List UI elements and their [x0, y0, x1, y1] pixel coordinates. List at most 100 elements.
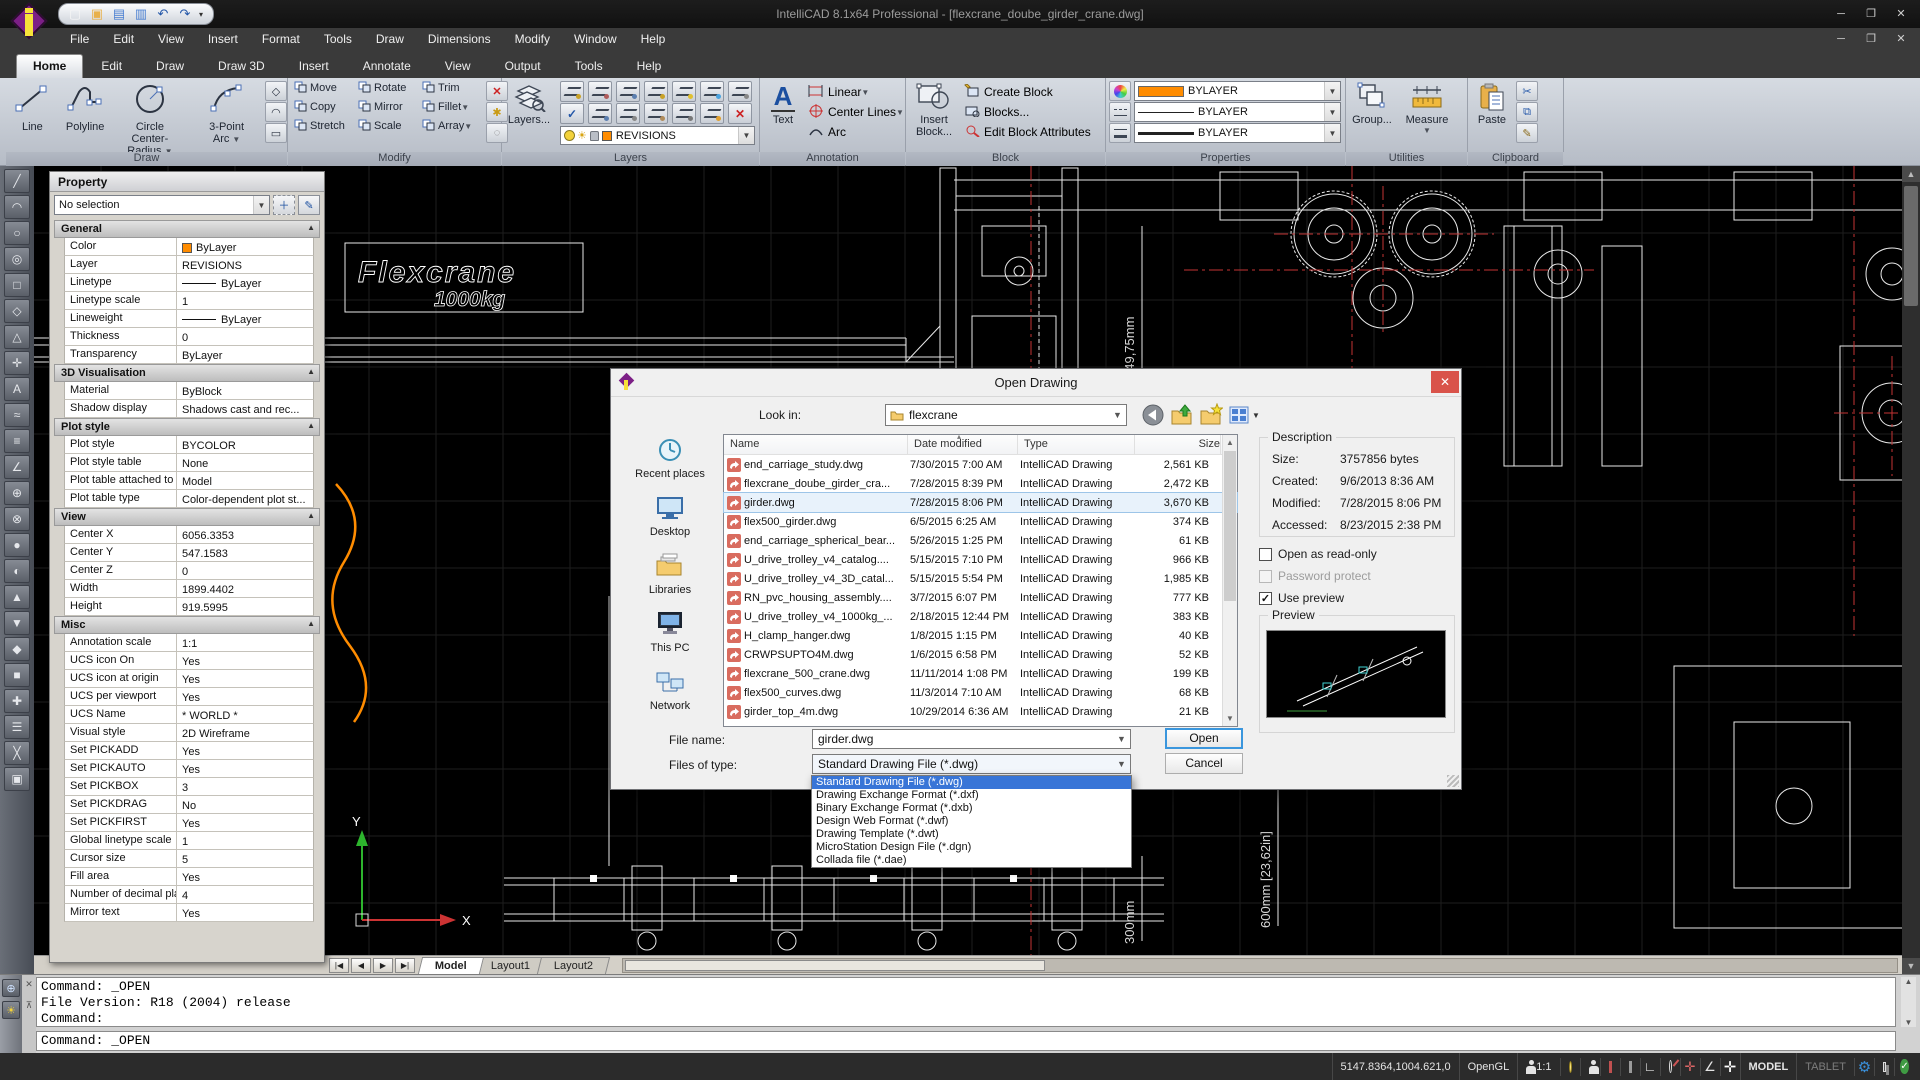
- layer-tool-icon[interactable]: ✕: [728, 103, 752, 124]
- lineweight-combobox[interactable]: BYLAYER▼: [1134, 123, 1341, 143]
- quick-select-button[interactable]: ✎: [298, 195, 320, 215]
- linetype-icon[interactable]: [1109, 102, 1131, 122]
- move-button[interactable]: Move: [294, 81, 358, 96]
- tab-edit[interactable]: Edit: [85, 55, 138, 78]
- tool-icon-17[interactable]: ▼: [4, 611, 30, 635]
- tool-icon-10[interactable]: ≡: [4, 429, 30, 453]
- edit-block-attributes-button[interactable]: Edit Block Attributes: [964, 123, 1105, 141]
- property-value[interactable]: 1: [177, 292, 313, 309]
- app-logo-icon[interactable]: [8, 2, 52, 46]
- scrollbar-thumb[interactable]: [1904, 186, 1918, 306]
- restore-button[interactable]: ❐: [1856, 3, 1886, 25]
- checkbox-use-preview[interactable]: ✓Use preview: [1259, 591, 1344, 605]
- property-value[interactable]: Color-dependent plot st...: [177, 490, 313, 507]
- circle-button[interactable]: CircleCenter-Radius ▼: [113, 80, 188, 160]
- snap-grid-icon[interactable]: [1600, 1058, 1620, 1076]
- tab-annotate[interactable]: Annotate: [347, 55, 427, 78]
- lamp-icon[interactable]: [1560, 1058, 1580, 1076]
- settings-gear-icon[interactable]: ⚙: [1854, 1058, 1874, 1076]
- close-icon[interactable]: ✕: [22, 975, 36, 990]
- layer-tool-icon[interactable]: [644, 103, 668, 124]
- measure-button[interactable]: Measure▼: [1399, 80, 1455, 137]
- layer-tool-icon[interactable]: [588, 103, 612, 124]
- menu-help[interactable]: Help: [629, 28, 678, 50]
- section-header-misc[interactable]: Misc▲: [54, 616, 320, 634]
- column-header-type[interactable]: Type: [1018, 435, 1135, 454]
- menu-draw[interactable]: Draw: [364, 28, 416, 50]
- property-value[interactable]: * WORLD *: [177, 706, 313, 723]
- undo-icon[interactable]: ↶: [155, 6, 171, 22]
- type-option[interactable]: Binary Exchange Format (*.dxb): [812, 802, 1131, 815]
- view-menu-icon[interactable]: ▼: [1228, 403, 1262, 427]
- select-entities-button[interactable]: ＋: [273, 195, 295, 215]
- match-properties-icon[interactable]: ✎: [1516, 123, 1538, 143]
- tab-view[interactable]: View: [429, 55, 487, 78]
- file-row[interactable]: U_drive_trolley_v4_catalog....5/15/2015 …: [724, 550, 1237, 569]
- doc-minimize-button[interactable]: ─: [1826, 28, 1856, 50]
- menu-tools[interactable]: Tools: [312, 28, 364, 50]
- file-row[interactable]: RN_pvc_housing_assembly....3/7/2015 6:07…: [724, 588, 1237, 607]
- property-value[interactable]: Yes: [177, 688, 313, 705]
- command-input[interactable]: Command: _OPEN: [36, 1031, 1896, 1051]
- lamp-icon[interactable]: ☀: [2, 1001, 20, 1019]
- scroll-up-icon[interactable]: ▲: [1902, 166, 1920, 182]
- tab-help[interactable]: Help: [621, 55, 678, 78]
- canvas-horizontal-scrollbar[interactable]: [622, 958, 1898, 973]
- place-this-pc[interactable]: This PC: [623, 609, 717, 667]
- property-value[interactable]: ByLayer: [177, 238, 313, 255]
- property-value[interactable]: Yes: [177, 868, 313, 885]
- column-header-date-modified[interactable]: Date modified▴: [908, 435, 1018, 454]
- layer-tool-icon[interactable]: [672, 81, 696, 102]
- tool-icon-3[interactable]: ◎: [4, 247, 30, 271]
- property-value[interactable]: ByBlock: [177, 382, 313, 399]
- entity-snap-icon[interactable]: ✛: [1680, 1058, 1700, 1076]
- center-lines-button[interactable]: Center Lines ▼: [808, 103, 905, 121]
- cut-icon[interactable]: ✂: [1516, 81, 1538, 101]
- layer-tool-icon[interactable]: [588, 81, 612, 102]
- status-ok-icon[interactable]: ✓: [1894, 1058, 1914, 1076]
- layer-tool-icon[interactable]: ✓: [560, 103, 584, 124]
- tab-tools[interactable]: Tools: [559, 55, 619, 78]
- menu-insert[interactable]: Insert: [196, 28, 250, 50]
- file-list-scrollbar[interactable]: ▲ ▼: [1222, 435, 1237, 726]
- type-option[interactable]: Drawing Exchange Format (*.dxf): [812, 789, 1131, 802]
- tool-icon-19[interactable]: ■: [4, 663, 30, 687]
- doc-restore-button[interactable]: ❐: [1856, 28, 1886, 50]
- tool-icon-8[interactable]: A: [4, 377, 30, 401]
- type-option[interactable]: MicroStation Design File (*.dgn): [812, 841, 1131, 854]
- up-folder-icon[interactable]: [1170, 403, 1194, 427]
- file-row[interactable]: flex500_girder.dwg6/5/2015 6:25 AMIntell…: [724, 512, 1237, 531]
- dialog-close-icon[interactable]: ✕: [1431, 371, 1459, 393]
- type-option[interactable]: Standard Drawing File (*.dwg): [812, 776, 1131, 789]
- property-value[interactable]: 547.1583: [177, 544, 313, 561]
- layout-tab-model[interactable]: Model: [418, 957, 484, 974]
- menu-view[interactable]: View: [146, 28, 196, 50]
- menu-format[interactable]: Format: [250, 28, 312, 50]
- menu-dimensions[interactable]: Dimensions: [416, 28, 503, 50]
- tool-icon-21[interactable]: ☰: [4, 715, 30, 739]
- property-value[interactable]: Model: [177, 472, 313, 489]
- column-header-name[interactable]: Name: [724, 435, 908, 454]
- file-row[interactable]: U_drive_trolley_v4_1000kg_...2/18/2015 1…: [724, 607, 1237, 626]
- quickbar-customize-icon[interactable]: ▾: [199, 10, 203, 19]
- 3-point-button[interactable]: 3-PointArc ▼: [189, 80, 264, 148]
- command-scrollbar[interactable]: ▲▼: [1901, 977, 1916, 1027]
- tool-icon-4[interactable]: □: [4, 273, 30, 297]
- tool-icon-1[interactable]: ◠: [4, 195, 30, 219]
- layer-tool-icon[interactable]: [616, 81, 640, 102]
- property-value[interactable]: None: [177, 454, 313, 471]
- selection-combobox[interactable]: No selection ▼: [54, 195, 270, 215]
- model-space-toggle[interactable]: MODEL: [1740, 1053, 1797, 1080]
- property-value[interactable]: ByLayer: [177, 310, 313, 327]
- cancel-button[interactable]: Cancel: [1165, 753, 1243, 774]
- save-as-icon[interactable]: ▥: [133, 6, 149, 22]
- rotate-button[interactable]: Rotate: [358, 81, 422, 96]
- layer-tool-icon[interactable]: [560, 81, 584, 102]
- scrollbar-thumb[interactable]: [1224, 451, 1236, 601]
- tab-output[interactable]: Output: [489, 55, 557, 78]
- minimize-button[interactable]: ─: [1826, 3, 1856, 25]
- property-value[interactable]: Shadows cast and rec...: [177, 400, 313, 417]
- scale-button[interactable]: Scale: [358, 119, 422, 134]
- tool-icon-6[interactable]: △: [4, 325, 30, 349]
- file-row[interactable]: flex500_curves.dwg11/3/2014 7:10 AMIntel…: [724, 683, 1237, 702]
